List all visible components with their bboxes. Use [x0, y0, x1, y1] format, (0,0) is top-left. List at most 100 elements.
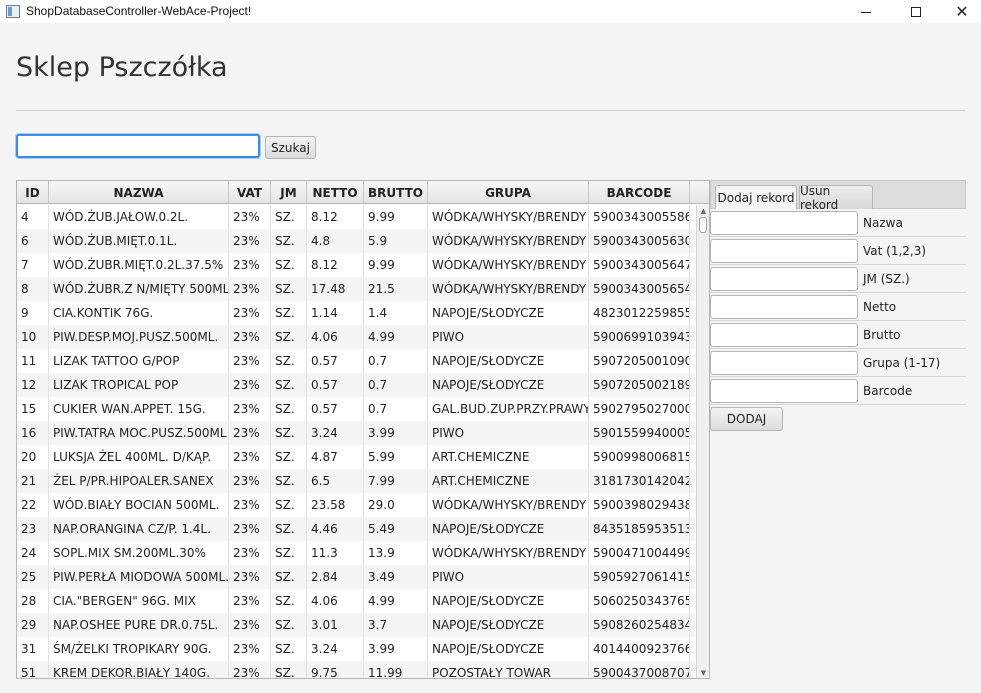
cell-name: SOPL.MIX SM.200ML.30%: [49, 541, 229, 565]
form-row-brutto: Brutto: [710, 321, 966, 349]
cell-grupa: POZOSTAŁY TOWAR: [428, 661, 589, 678]
form-row-nazwa: Nazwa: [710, 209, 966, 237]
minimize-button[interactable]: [843, 0, 889, 23]
nazwa-field[interactable]: [710, 211, 858, 235]
table-row[interactable]: 28 CIA."BERGEN" 96G. MIX 23% SZ. 4.06 4.99 NAP…: [17, 589, 695, 613]
table-scrollbar[interactable]: ▲ ▼: [696, 205, 709, 678]
jm-field[interactable]: [710, 267, 858, 291]
column-header-barcode[interactable]: BARCODE: [589, 181, 690, 204]
search-input[interactable]: [16, 134, 260, 158]
barcode-field[interactable]: [710, 379, 858, 403]
table-row[interactable]: 22 WÓD.BIAŁY BOCIAN 500ML. 23% SZ. 23.58 29.0…: [17, 493, 695, 517]
table-row[interactable]: 9 CIA.KONTIK 76G. 23% SZ. 1.14 1.4 NAPOJE/SŁOD…: [17, 301, 695, 325]
cell-grupa: NAPOJE/SŁODYCZE: [428, 517, 589, 541]
tab-remove-record[interactable]: Usun rekord: [799, 184, 873, 212]
cell-netto: 8.12: [307, 253, 364, 277]
maximize-button[interactable]: [893, 0, 939, 23]
cell-jm: SZ.: [271, 325, 307, 349]
cell-barcode: 5901559940005: [589, 421, 690, 445]
cell-barcode: 8435185953513: [589, 517, 690, 541]
vat-field[interactable]: [710, 239, 858, 263]
cell-name: LIZAK TATTOO G/POP: [49, 349, 229, 373]
cell-barcode: 3181730142042: [589, 469, 690, 493]
column-header-netto[interactable]: NETTO: [307, 181, 364, 204]
column-header-vat[interactable]: VAT: [229, 181, 271, 204]
cell-jm: SZ.: [271, 301, 307, 325]
cell-brutto: 21.5: [364, 277, 428, 301]
cell-id: 9: [17, 301, 49, 325]
cell-netto: 3.01: [307, 613, 364, 637]
cell-name: PIW.DESP.MOJ.PUSZ.500ML.: [49, 325, 229, 349]
table-row[interactable]: 23 NAP.ORANGINA CZ/P. 1.4L. 23% SZ. 4.46 5.49…: [17, 517, 695, 541]
table-row[interactable]: 6 WÓD.ŻUB.MIĘT.0.1L. 23% SZ. 4.8 5.9 WÓDKA/WHY…: [17, 229, 695, 253]
column-header-id[interactable]: ID: [17, 181, 49, 204]
cell-id: 24: [17, 541, 49, 565]
cell-barcode: 5907205001090: [589, 349, 690, 373]
table-row[interactable]: 8 WÓD.ŻUBR.Z N/MIĘTY 500ML. 23% SZ. 17.48 21.…: [17, 277, 695, 301]
cell-jm: SZ.: [271, 205, 307, 229]
cell-brutto: 29.0: [364, 493, 428, 517]
grupa-field[interactable]: [710, 351, 858, 375]
products-table: ID NAZWA VAT JM NETTO BRUTTO GRUPA BARCO…: [16, 180, 710, 679]
cell-grupa: WÓDKA/WHYSKY/BRENDY: [428, 541, 589, 565]
table-row[interactable]: 10 PIW.DESP.MOJ.PUSZ.500ML. 23% SZ. 4.06 4.99…: [17, 325, 695, 349]
cell-grupa: NAPOJE/SŁODYCZE: [428, 613, 589, 637]
column-header-grupa[interactable]: GRUPA: [428, 181, 589, 204]
cell-jm: SZ.: [271, 373, 307, 397]
table-row[interactable]: 12 LIZAK TROPICAL POP 23% SZ. 0.57 0.7 NAPOJE/…: [17, 373, 695, 397]
column-header-name[interactable]: NAZWA: [49, 181, 229, 204]
column-header-brutto[interactable]: BRUTTO: [364, 181, 428, 204]
cell-netto: 1.14: [307, 301, 364, 325]
tab-header: Dodaj rekord Usun rekord: [710, 180, 966, 212]
cell-brutto: 0.7: [364, 349, 428, 373]
cell-netto: 17.48: [307, 277, 364, 301]
cell-netto: 4.46: [307, 517, 364, 541]
cell-grupa: WÓDKA/WHYSKY/BRENDY: [428, 277, 589, 301]
cell-id: 25: [17, 565, 49, 589]
tab-add-record[interactable]: Dodaj rekord: [715, 185, 797, 209]
table-row[interactable]: 24 SOPL.MIX SM.200ML.30% 23% SZ. 11.3 13.9 WÓD…: [17, 541, 695, 565]
cell-barcode: 5900398029438: [589, 493, 690, 517]
add-record-button[interactable]: DODAJ: [710, 407, 783, 431]
cell-id: 7: [17, 253, 49, 277]
scrollbar-thumb[interactable]: [699, 217, 707, 233]
nazwa-label: Nazwa: [863, 216, 903, 230]
cell-netto: 4.06: [307, 325, 364, 349]
cell-jm: SZ.: [271, 493, 307, 517]
cell-netto: 4.87: [307, 445, 364, 469]
cell-barcode: 5905927061415: [589, 565, 690, 589]
cell-barcode: 5900471004499: [589, 541, 690, 565]
table-row[interactable]: 15 CUKIER WAN.APPET. 15G. 23% SZ. 0.57 0.7 GAL…: [17, 397, 695, 421]
table-row[interactable]: 31 ŚM/ŻELKI TROPIKARY 90G. 23% SZ. 3.24 3.99 N…: [17, 637, 695, 661]
column-header-jm[interactable]: JM: [271, 181, 307, 204]
table-row[interactable]: 7 WÓD.ŻUBR.MIĘT.0.2L.37.5% 23% SZ. 8.12 9.99 W…: [17, 253, 695, 277]
netto-field[interactable]: [710, 295, 858, 319]
cell-jm: SZ.: [271, 445, 307, 469]
search-button[interactable]: Szukaj: [265, 136, 316, 159]
cell-netto: 4.8: [307, 229, 364, 253]
brutto-field[interactable]: [710, 323, 858, 347]
cell-grupa: GAL.BUD.ZUP.PRZY.PRAWY: [428, 397, 589, 421]
cell-jm: SZ.: [271, 517, 307, 541]
cell-barcode: 5902795027000: [589, 397, 690, 421]
scroll-up-arrow-icon[interactable]: ▲: [697, 205, 709, 217]
cell-grupa: WÓDKA/WHYSKY/BRENDY: [428, 253, 589, 277]
table-row[interactable]: 4 WÓD.ŻUB.JAŁOW.0.2L. 23% SZ. 8.12 9.99 WÓDKA/…: [17, 205, 695, 229]
cell-brutto: 1.4: [364, 301, 428, 325]
table-row[interactable]: 11 LIZAK TATTOO G/POP 23% SZ. 0.57 0.7 NAPOJE/…: [17, 349, 695, 373]
cell-netto: 11.3: [307, 541, 364, 565]
record-tab-pane: Dodaj rekord Usun rekord Nazwa Vat (1,2,…: [710, 180, 966, 679]
cell-name: LUKSJA ŻEL 400ML. D/KĄP.: [49, 445, 229, 469]
table-row[interactable]: 21 ŻEL P/PR.HIPOALER.SANEX 23% SZ. 6.5 7.99 AR…: [17, 469, 695, 493]
table-row[interactable]: 16 PIW.TATRA MOC.PUSZ.500ML. 23% SZ. 3.24 3.9…: [17, 421, 695, 445]
close-button[interactable]: ✕: [939, 0, 981, 23]
table-row[interactable]: 20 LUKSJA ŻEL 400ML. D/KĄP. 23% SZ. 4.87 5.99…: [17, 445, 695, 469]
table-row[interactable]: 29 NAP.OSHEE PURE DR.0.75L. 23% SZ. 3.01 3.7 N…: [17, 613, 695, 637]
cell-barcode: 5900343005630: [589, 229, 690, 253]
cell-vat: 23%: [229, 613, 271, 637]
scroll-down-arrow-icon[interactable]: ▼: [697, 667, 709, 678]
table-row[interactable]: 25 PIW.PERŁA MIODOWA 500ML. 23% SZ. 2.84 3.49…: [17, 565, 695, 589]
cell-name: NAP.ORANGINA CZ/P. 1.4L.: [49, 517, 229, 541]
table-row[interactable]: 51 KREM DEKOR.BIAŁY 140G. 23% SZ. 9.75 11.99 P…: [17, 661, 695, 678]
cell-id: 22: [17, 493, 49, 517]
